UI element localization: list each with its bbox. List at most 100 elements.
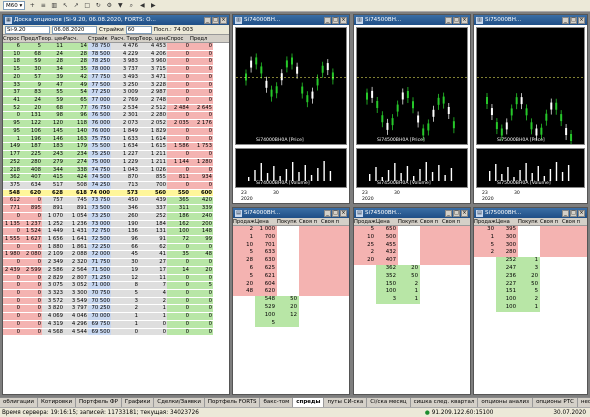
volume-panel[interactable]: Si75000BH0A [Volume] bbox=[476, 148, 585, 188]
table-row[interactable]: 1 135 1 237 1 252 1 236 73 000 190 184 162 200 bbox=[3, 220, 229, 229]
table-row[interactable]: 001 070 1 054 73 250 260 252 186 240 bbox=[3, 212, 229, 221]
profile-selector[interactable]: M60 ▾ bbox=[3, 1, 26, 10]
table-row[interactable]: 1 980 2 080 2 109 2 088 72 000 45 41 35 48 bbox=[3, 251, 229, 260]
table-row[interactable]: 2 439 2 599 2 586 2 564 71 500 19 17 14 20 bbox=[3, 266, 229, 275]
bid-row[interactable]: 236 20 bbox=[474, 272, 587, 281]
bid-row[interactable]: 548 50 bbox=[233, 296, 349, 304]
column-header[interactable]: Страйк bbox=[88, 35, 111, 42]
forward-icon[interactable]: ▶ bbox=[149, 2, 157, 10]
ask-row[interactable]: 10 500 bbox=[354, 233, 470, 242]
column-header[interactable]: Своя п bbox=[299, 218, 321, 225]
table-row[interactable]: 1 555 1 627 1 656 1 641 72 500 96 91 72 99 bbox=[3, 235, 229, 244]
workspace-tab[interactable]: нефть bbox=[578, 398, 590, 407]
workspace-tab[interactable]: Сi/ска месяц bbox=[367, 398, 411, 407]
column-header[interactable]: Продаж bbox=[354, 218, 376, 225]
bid-row[interactable]: 252 1 bbox=[474, 257, 587, 265]
column-header[interactable]: Цена bbox=[376, 218, 398, 225]
table-row[interactable]: 004 568 4 544 69 500 0 0 0 0 bbox=[3, 328, 229, 337]
ask-row[interactable]: 5 633 bbox=[233, 249, 349, 258]
table-row[interactable]: 6 5 11 14 78 750 4 476 4 453 0 0 bbox=[3, 43, 229, 51]
quote-titlebar[interactable]: ▤ Si74000BH... _ □ × bbox=[233, 208, 349, 218]
bid-row[interactable]: 151 5 bbox=[474, 288, 587, 297]
options-board-titlebar[interactable]: ▦ Доска опционов (Si-9.20, 06.08.2020, F… bbox=[3, 15, 229, 25]
chart-icon[interactable]: ▥ bbox=[50, 2, 58, 10]
table-row[interactable]: 33 9 47 49 77 500 3 250 3 228 0 0 bbox=[3, 81, 229, 90]
ask-row[interactable]: 28 630 bbox=[233, 257, 349, 265]
cursor-icon[interactable]: ↖ bbox=[61, 2, 69, 10]
list-icon[interactable]: ≡ bbox=[39, 2, 47, 10]
table-row[interactable]: 10 68 24 28 78 500 4 229 4 206 0 0 bbox=[3, 50, 229, 59]
table-row[interactable]: 41 24 59 65 77 000 2 769 2 748 0 0 bbox=[3, 97, 229, 105]
plus-icon[interactable]: + bbox=[28, 2, 36, 10]
ask-row[interactable]: 5 621 bbox=[233, 272, 349, 281]
search-icon[interactable]: ⌕ bbox=[127, 2, 135, 10]
ask-row[interactable]: 21 000 bbox=[233, 226, 349, 234]
maximize-button[interactable]: □ bbox=[453, 209, 460, 217]
table-row[interactable]: 20 57 39 42 77 750 3 493 3 471 0 0 bbox=[3, 73, 229, 82]
table-row[interactable]: 004 319 4 296 69 750 1 0 0 0 bbox=[3, 320, 229, 329]
expiry-selector[interactable]: 06.08.2020 bbox=[52, 25, 97, 34]
maximize-button[interactable]: □ bbox=[453, 16, 460, 24]
table-row[interactable]: 003 323 3 300 70 750 5 4 0 0 bbox=[3, 290, 229, 298]
table-row[interactable]: 362 407 415 424 74 500 870 855 811 934 bbox=[3, 174, 229, 182]
column-header[interactable]: Спрос bbox=[3, 35, 21, 42]
column-header[interactable]: Продаж bbox=[233, 218, 255, 225]
minimize-button[interactable]: _ bbox=[324, 16, 331, 24]
filter-icon[interactable]: ▼ bbox=[116, 2, 124, 10]
table-row[interactable]: 002 829 2 807 71 250 12 11 0 0 bbox=[3, 274, 229, 283]
workspace-tab[interactable]: Графики bbox=[122, 398, 155, 407]
refresh-icon[interactable]: ↻ bbox=[94, 2, 102, 10]
table-row[interactable]: 004 069 4 046 70 000 1 1 0 0 bbox=[3, 313, 229, 321]
ask-row[interactable]: 5 650 bbox=[354, 226, 470, 234]
ask-row[interactable]: 30 395 bbox=[474, 226, 587, 234]
workspace-tab[interactable]: Портфель FORTS bbox=[205, 398, 261, 407]
workspace-tab[interactable]: опционы РТС bbox=[533, 398, 578, 407]
maximize-button[interactable]: □ bbox=[332, 16, 339, 24]
workspace-tab[interactable]: Котировки bbox=[38, 398, 77, 407]
table-row[interactable]: 37 83 55 54 77 250 3 009 2 987 0 0 bbox=[3, 89, 229, 98]
bid-row[interactable]: 100 12 bbox=[233, 311, 349, 320]
bid-row[interactable]: 150 2 bbox=[354, 280, 470, 289]
workspace-tab[interactable]: бакс-том bbox=[260, 398, 294, 407]
table-row[interactable]: 52 20 68 77 76 750 2 534 2 512 2 484 2 645 bbox=[3, 104, 229, 113]
ask-row[interactable]: 20 407 bbox=[354, 257, 470, 265]
close-button[interactable]: × bbox=[578, 209, 585, 217]
minimize-button[interactable]: _ bbox=[445, 16, 452, 24]
table-row[interactable]: 003 572 3 549 70 500 3 2 0 0 bbox=[3, 297, 229, 306]
table-row[interactable]: 95 122 120 118 76 000 2 073 2 052 2 035 2 176 bbox=[3, 120, 229, 128]
table-row[interactable]: 218 408 344 338 74 750 1 043 1 026 0 0 bbox=[3, 166, 229, 175]
arrow-icon[interactable]: ↗ bbox=[72, 2, 80, 10]
column-header[interactable]: Цена bbox=[255, 218, 277, 225]
quote-titlebar[interactable]: ▤ Si75000BH... _ □ × bbox=[474, 208, 587, 218]
column-header[interactable]: Покупк bbox=[518, 218, 540, 225]
close-button[interactable]: × bbox=[340, 16, 347, 24]
workspace-tab[interactable]: опционы анализ bbox=[478, 398, 534, 407]
column-header[interactable]: Своя п bbox=[321, 218, 343, 225]
workspace-tab[interactable]: путы СИ-ска bbox=[324, 398, 368, 407]
maximize-button[interactable]: □ bbox=[332, 209, 339, 217]
ask-row[interactable]: 48 620 bbox=[233, 288, 349, 297]
column-header[interactable]: Покупк bbox=[277, 218, 299, 225]
window-icon[interactable]: □ bbox=[83, 2, 91, 10]
ask-row[interactable]: 1 700 bbox=[233, 233, 349, 242]
table-row[interactable]: 252 280 279 274 75 000 1 229 1 211 1 144 1 280 bbox=[3, 158, 229, 167]
close-button[interactable]: × bbox=[461, 209, 468, 217]
strikes-count-input[interactable]: 60 bbox=[125, 25, 152, 34]
bid-row[interactable]: 31 bbox=[354, 296, 470, 304]
price-panel[interactable]: Si74500BH0A [Price] bbox=[356, 27, 469, 145]
close-button[interactable]: × bbox=[220, 16, 227, 24]
table-row[interactable]: 612 0 757 745 73 750 450 439 365 420 bbox=[3, 197, 229, 206]
table-row[interactable]: 771 895 891 891 73 500 346 337 311 339 bbox=[3, 205, 229, 213]
table-row[interactable]: 548 620 628 618 74 000 573 560 550 600 bbox=[3, 189, 229, 198]
column-header[interactable]: Своя п bbox=[442, 218, 464, 225]
column-header[interactable]: Своя п bbox=[562, 218, 584, 225]
ask-row[interactable]: 1 300 bbox=[474, 233, 587, 242]
column-header[interactable]: Теор. цена bbox=[139, 35, 167, 42]
workspace-tab[interactable]: Портфель ФР bbox=[76, 398, 122, 407]
chart-titlebar[interactable]: ▥ Si74500BH... _ □ × bbox=[354, 15, 470, 25]
column-header[interactable]: Расч. Теор. bbox=[111, 35, 139, 42]
bid-row[interactable]: 529 20 bbox=[233, 303, 349, 312]
bid-row[interactable]: 5 bbox=[233, 319, 349, 328]
workspace-tab[interactable]: сишка след. квартал bbox=[411, 398, 479, 407]
column-header[interactable]: Продаж bbox=[474, 218, 496, 225]
